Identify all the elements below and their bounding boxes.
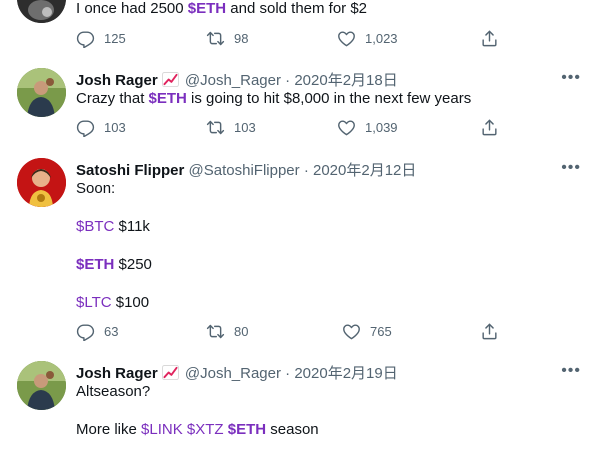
like-button[interactable]: 765 [342,320,392,342]
tweet-text-line: More like $LINK $XTZ $ETH season [76,421,319,438]
more-icon[interactable]: ••• [561,69,581,87]
share-icon [480,29,499,48]
user-handle[interactable]: @SatoshiFlipper [189,162,300,179]
retweet-count: 80 [234,323,249,339]
display-name[interactable]: Josh Rager [76,72,158,89]
cashtag-eth[interactable]: $ETH [76,256,114,273]
reply-count: 63 [104,323,119,339]
more-icon[interactable]: ••• [561,159,581,177]
tweet-actions: 103 103 1,039 [76,116,506,138]
like-icon [342,322,361,341]
chart-increasing-icon [162,365,179,380]
share-button[interactable] [480,27,499,49]
reply-button[interactable]: 103 [76,116,126,138]
avatar[interactable] [17,68,66,117]
like-icon [337,118,356,137]
cashtag-link[interactable]: $LINK [141,421,183,438]
avatar[interactable] [17,0,66,23]
user-handle[interactable]: @Josh_Rager [185,365,281,382]
tweet-text-line: $ETH $250 [76,256,152,273]
reply-count: 125 [104,30,126,46]
share-button[interactable] [480,116,499,138]
like-icon [337,29,356,48]
tweet-date[interactable]: 2020年2月18日 [294,72,397,89]
tweet-header: Josh Rager @Josh_Rager · 2020年2月18日 [76,69,398,90]
retweet-button[interactable]: 80 [206,320,248,342]
tweet-date[interactable]: 2020年2月19日 [294,365,397,382]
retweet-button[interactable]: 103 [206,116,256,138]
tweet-3[interactable]: Josh Rager @Josh_Rager · 2020年2月19日 ••• … [0,352,598,453]
tweet-header: Josh Rager @Josh_Rager · 2020年2月19日 [76,362,398,383]
retweet-count: 98 [234,30,249,46]
like-button[interactable]: 1,039 [337,116,398,138]
tweet-text-line: $BTC $11k [76,218,150,235]
user-handle[interactable]: @Josh_Rager [185,72,281,89]
share-button[interactable] [480,320,499,342]
reply-icon [76,29,95,48]
chart-increasing-icon [162,72,179,87]
reply-count: 103 [104,119,126,135]
tweet-text-line: Soon: [76,180,116,197]
tweet-text-line: Altseason? [76,383,151,400]
display-name[interactable]: Satoshi Flipper [76,162,184,179]
display-name[interactable]: Josh Rager [76,365,158,382]
reply-icon [76,322,95,341]
cashtag-eth[interactable]: $ETH [228,421,266,438]
tweet-2[interactable]: Satoshi Flipper @SatoshiFlipper · 2020年2… [0,148,598,353]
share-icon [480,322,499,341]
like-count: 1,039 [365,119,398,135]
like-count: 1,023 [365,30,398,46]
tweet-text: Crazy that $ETH is going to hit $8,000 i… [76,90,472,107]
cashtag-eth[interactable]: $ETH [188,0,226,17]
tweet-1[interactable]: Josh Rager @Josh_Rager · 2020年2月18日 ••• … [0,57,598,149]
retweet-count: 103 [234,119,256,135]
cashtag-ltc[interactable]: $LTC [76,294,112,311]
more-icon[interactable]: ••• [561,362,581,380]
reply-button[interactable]: 63 [76,320,118,342]
retweet-icon [206,29,225,48]
tweet-actions: 125 98 1,023 [76,27,506,49]
tweet-date[interactable]: 2020年2月12日 [313,162,416,179]
reply-button[interactable]: 125 [76,27,126,49]
separator-dot: · [303,162,309,179]
like-count: 765 [370,323,392,339]
reply-icon [76,118,95,137]
tweet-actions: 63 80 765 [76,320,506,342]
separator-dot: · [285,365,291,382]
like-button[interactable]: 1,023 [337,27,398,49]
cashtag-btc[interactable]: $BTC [76,218,114,235]
retweet-icon [206,322,225,341]
tweet-0[interactable]: I once had 2500 $ETH and sold them for $… [0,0,598,58]
share-icon [480,118,499,137]
separator-dot: · [285,72,291,89]
cashtag-eth[interactable]: $ETH [149,90,187,107]
avatar[interactable] [17,361,66,410]
tweet-header: Satoshi Flipper @SatoshiFlipper · 2020年2… [76,159,416,180]
retweet-button[interactable]: 98 [206,27,248,49]
retweet-icon [206,118,225,137]
cashtag-xtz[interactable]: $XTZ [187,421,224,438]
tweet-text-line: $LTC $100 [76,294,150,311]
tweet-text: I once had 2500 $ETH and sold them for $… [76,0,368,17]
avatar[interactable] [17,158,66,207]
